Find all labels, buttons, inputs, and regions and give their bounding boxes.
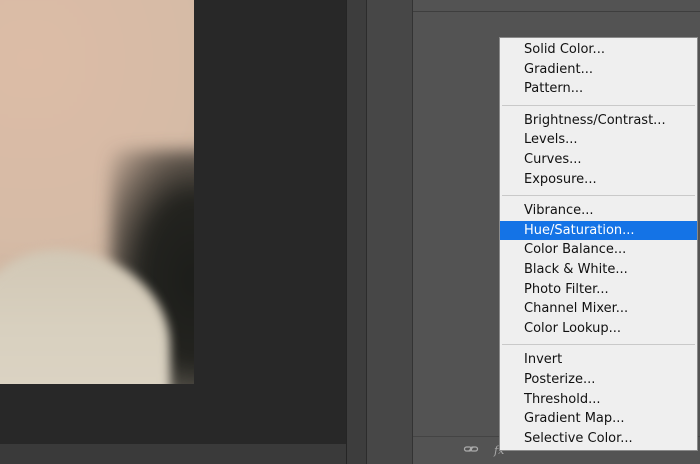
menu-separator <box>502 344 695 346</box>
vertical-scrollbar[interactable] <box>346 0 367 464</box>
menu-item-black-white[interactable]: Black & White... <box>500 260 697 280</box>
menu-item-color-balance[interactable]: Color Balance... <box>500 240 697 260</box>
menu-item-exposure[interactable]: Exposure... <box>500 170 697 190</box>
menu-item-curves[interactable]: Curves... <box>500 150 697 170</box>
workspace-status-bar <box>0 444 346 464</box>
menu-item-invert[interactable]: Invert <box>500 350 697 370</box>
menu-separator <box>502 195 695 197</box>
panel-divider <box>413 11 700 12</box>
link-icon[interactable] <box>463 441 479 462</box>
panel-dock-strip <box>366 0 413 464</box>
menu-item-channel-mixer[interactable]: Channel Mixer... <box>500 299 697 319</box>
photoshop-window: fx Solid Color...Gradient...Pattern...Br… <box>0 0 700 464</box>
canvas-workspace[interactable] <box>0 0 346 444</box>
menu-item-photo-filter[interactable]: Photo Filter... <box>500 280 697 300</box>
menu-item-solid-color[interactable]: Solid Color... <box>500 40 697 60</box>
menu-item-threshold[interactable]: Threshold... <box>500 390 697 410</box>
menu-item-color-lookup[interactable]: Color Lookup... <box>500 319 697 339</box>
menu-item-hue-saturation[interactable]: Hue/Saturation... <box>500 220 697 241</box>
menu-item-gradient-map[interactable]: Gradient Map... <box>500 409 697 429</box>
menu-item-brightness-contrast[interactable]: Brightness/Contrast... <box>500 111 697 131</box>
menu-item-pattern[interactable]: Pattern... <box>500 79 697 99</box>
menu-separator <box>502 104 695 106</box>
menu-item-vibrance[interactable]: Vibrance... <box>500 201 697 221</box>
menu-item-selective-color[interactable]: Selective Color... <box>500 429 697 449</box>
document-image[interactable] <box>0 0 194 384</box>
menu-item-posterize[interactable]: Posterize... <box>500 370 697 390</box>
menu-item-levels[interactable]: Levels... <box>500 130 697 150</box>
adjustment-layer-menu: Solid Color... Gradient... Pattern... Brigh… <box>499 37 698 451</box>
menu-item-gradient[interactable]: Gradient... <box>500 60 697 80</box>
